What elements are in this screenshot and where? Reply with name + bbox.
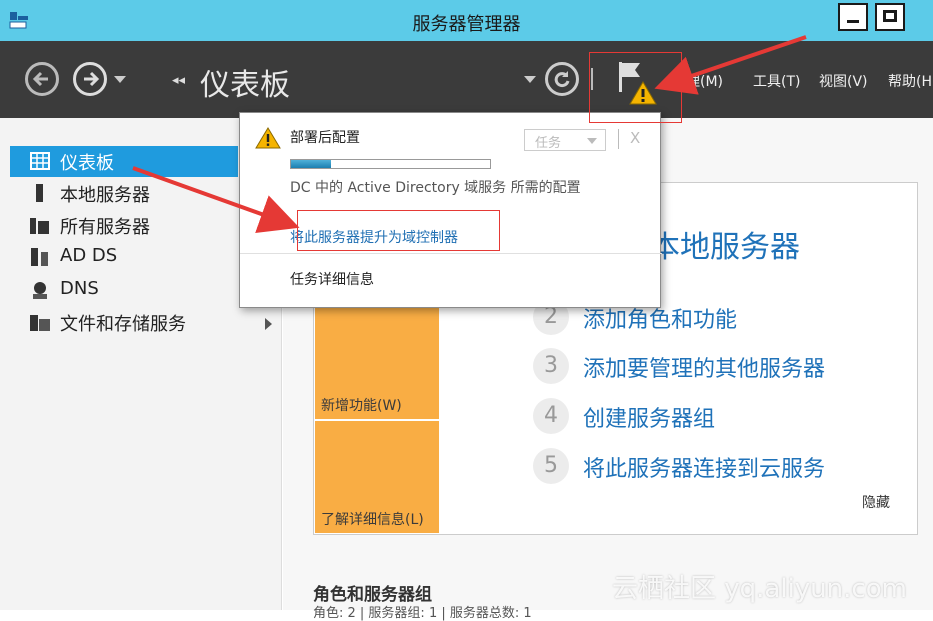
annotation-arrows	[132, 35, 807, 234]
